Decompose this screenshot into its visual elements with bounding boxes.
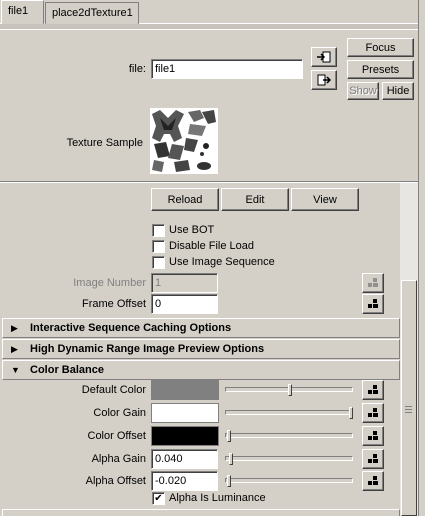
alpha-gain-slider[interactable] — [225, 456, 353, 461]
section-next-collapsed[interactable]: ▶ — [2, 509, 400, 516]
presets-button[interactable]: Presets — [347, 60, 414, 79]
alpha-offset-slider[interactable] — [225, 478, 353, 483]
default-color-label: Default Color — [81, 384, 146, 396]
attribute-panel: Reload Edit View Use BOT Disable File Lo… — [0, 183, 418, 516]
color-gain-slider[interactable] — [225, 410, 353, 415]
export-file-button[interactable] — [311, 70, 337, 90]
map-checker-icon — [368, 408, 378, 418]
scrollbar-grip — [405, 412, 412, 413]
window-right-edge — [418, 0, 425, 516]
image-number-label: Image Number — [73, 277, 146, 289]
use-bot-checkbox[interactable] — [152, 224, 165, 237]
file-name-field[interactable] — [151, 59, 303, 79]
header-band — [0, 24, 425, 30]
use-image-sequence-label: Use Image Sequence — [169, 256, 275, 268]
use-image-sequence-checkbox[interactable] — [152, 256, 165, 269]
color-offset-slider-thumb[interactable] — [227, 430, 231, 442]
color-offset-slider[interactable] — [225, 433, 353, 438]
color-gain-label: Color Gain — [93, 407, 146, 419]
map-checker-icon — [368, 385, 378, 395]
image-number-field[interactable] — [151, 273, 218, 293]
expand-triangle-icon: ▶ — [11, 323, 18, 333]
alpha-gain-map-button[interactable] — [362, 449, 384, 469]
map-checker-icon — [368, 454, 378, 464]
alpha-is-luminance-checkbox[interactable]: ✔ — [152, 492, 165, 505]
section-title: Color Balance — [30, 364, 104, 376]
section-title: High Dynamic Range Image Preview Options — [30, 343, 265, 355]
alpha-gain-slider-thumb[interactable] — [229, 453, 233, 465]
use-bot-label: Use BOT — [169, 224, 215, 236]
disable-file-load-checkbox[interactable] — [152, 240, 165, 253]
show-button[interactable]: Show — [347, 82, 379, 100]
section-interactive-sequence-caching[interactable]: ▶ Interactive Sequence Caching Options — [2, 318, 400, 338]
section-hdr-preview[interactable]: ▶ High Dynamic Range Image Preview Optio… — [2, 339, 400, 359]
default-color-slider-thumb[interactable] — [288, 384, 292, 396]
tab-place2dtexture1[interactable]: place2dTexture1 — [45, 2, 139, 24]
collapse-triangle-icon: ▼ — [11, 365, 20, 375]
expand-triangle-icon: ▶ — [11, 344, 18, 354]
hide-button[interactable]: Hide — [382, 82, 414, 100]
load-file-icon — [317, 51, 331, 63]
reload-button[interactable]: Reload — [151, 188, 219, 211]
alpha-offset-field[interactable] — [151, 471, 218, 491]
edit-button[interactable]: Edit — [221, 188, 289, 211]
frame-offset-field[interactable] — [151, 294, 218, 314]
color-offset-map-button[interactable] — [362, 426, 384, 446]
alpha-offset-label: Alpha Offset — [85, 475, 146, 487]
map-checker-icon — [368, 431, 378, 441]
texture-sample-thumbnail — [150, 108, 218, 174]
map-checker-icon — [368, 278, 378, 288]
export-file-icon — [317, 74, 331, 86]
disable-file-load-label: Disable File Load — [169, 240, 254, 252]
scrollbar-thumb[interactable] — [401, 280, 417, 516]
check-icon: ✔ — [154, 493, 163, 504]
load-file-button[interactable] — [311, 47, 337, 67]
alpha-gain-field[interactable] — [151, 449, 218, 469]
alpha-gain-label: Alpha Gain — [91, 453, 146, 465]
tab-label: place2dTexture1 — [52, 7, 133, 19]
file-label: file: — [128, 63, 146, 75]
color-gain-slider-thumb[interactable] — [349, 407, 353, 419]
color-offset-swatch[interactable] — [151, 426, 219, 446]
view-button[interactable]: View — [291, 188, 359, 211]
alpha-is-luminance-label: Alpha Is Luminance — [169, 492, 266, 504]
image-number-map-button[interactable] — [362, 273, 384, 293]
focus-button[interactable]: Focus — [347, 38, 414, 57]
alpha-offset-map-button[interactable] — [362, 471, 384, 491]
default-color-swatch[interactable] — [151, 380, 219, 400]
color-gain-swatch[interactable] — [151, 403, 219, 423]
tab-file1[interactable]: file1 — [1, 0, 44, 25]
map-checker-icon — [368, 476, 378, 486]
color-gain-map-button[interactable] — [362, 403, 384, 423]
frame-offset-map-button[interactable] — [362, 294, 384, 314]
texture-sample-label: Texture Sample — [66, 137, 143, 149]
default-color-map-button[interactable] — [362, 380, 384, 400]
scrollbar-grip — [405, 406, 412, 407]
scrollbar-grip — [405, 409, 412, 410]
section-color-balance[interactable]: ▼ Color Balance — [2, 360, 400, 380]
frame-offset-label: Frame Offset — [82, 298, 146, 310]
tab-label: file1 — [8, 5, 29, 17]
map-checker-icon — [368, 299, 378, 309]
section-title: Interactive Sequence Caching Options — [30, 322, 232, 334]
color-offset-label: Color Offset — [87, 430, 147, 442]
alpha-offset-slider-thumb[interactable] — [227, 475, 231, 487]
